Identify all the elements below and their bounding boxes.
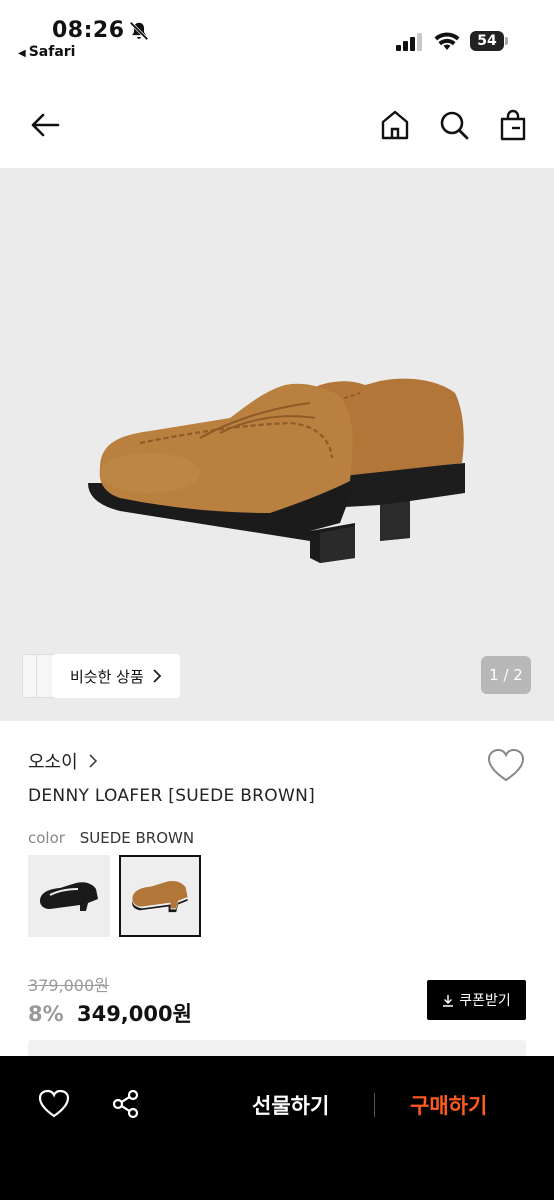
sale-price: 349,000원 (76, 1002, 192, 1026)
sale-price-row: 8% 349,000원 (28, 998, 192, 1028)
gift-button[interactable]: 선물하기 (252, 1090, 329, 1120)
bottom-action-bar: 선물하기 구매하기 (0, 1056, 554, 1200)
cart-button[interactable] (496, 108, 530, 142)
search-button[interactable] (437, 108, 471, 142)
heart-icon[interactable] (487, 748, 525, 784)
battery-level: 54 (470, 31, 504, 51)
bell-slash-icon (129, 21, 149, 41)
arrow-left-icon (31, 113, 60, 137)
product-image (88, 378, 465, 563)
app-header (0, 80, 554, 168)
brand-name: 오소이 (28, 752, 78, 773)
battery-indicator: 54 (470, 31, 508, 51)
wishlist-button[interactable] (38, 1088, 70, 1120)
swatch-image (40, 882, 98, 911)
heart-icon (38, 1089, 70, 1118)
chevron-right-icon (153, 669, 162, 683)
buy-button[interactable]: 구매하기 (410, 1090, 487, 1120)
product-name: DENNY LOAFER [SUEDE BROWN] (28, 786, 316, 806)
back-app-label: Safari (28, 44, 76, 60)
similar-products-button[interactable]: 비슷한 상품 (52, 654, 180, 698)
color-row: color SUEDE BROWN (28, 829, 194, 847)
color-label: color (28, 829, 65, 847)
back-to-app[interactable]: ◀ Safari (18, 44, 75, 60)
discount-rate: 8% (28, 1002, 64, 1026)
home-icon (381, 110, 409, 140)
status-bar: 08:26 ◀ Safari 54 (0, 0, 554, 70)
back-button[interactable] (28, 108, 62, 142)
divider (374, 1093, 375, 1117)
product-image-gallery[interactable]: 비슷한 상품 1 / 2 (0, 168, 554, 721)
share-button[interactable] (110, 1088, 142, 1120)
color-swatch-suede-brown[interactable] (119, 855, 201, 937)
wifi-icon (434, 32, 460, 50)
share-icon (112, 1089, 139, 1119)
download-icon (443, 994, 454, 1007)
color-value: SUEDE BROWN (79, 829, 195, 847)
chevron-right-icon (89, 754, 97, 768)
cellular-signal-icon (396, 33, 422, 51)
home-button[interactable] (378, 108, 412, 142)
search-icon (440, 111, 469, 140)
swatch-image (132, 881, 188, 913)
coupon-label: 쿠폰받기 (459, 993, 511, 1009)
coupon-button[interactable]: 쿠폰받기 (427, 980, 526, 1020)
brand-link[interactable]: 오소이 (28, 748, 98, 774)
similar-products-label: 비슷한 상품 (70, 667, 144, 686)
status-time: 08:26 (52, 18, 125, 43)
image-counter: 1 / 2 (481, 656, 531, 694)
color-swatch-black[interactable] (28, 855, 110, 937)
original-price: 379,000원 (28, 976, 109, 995)
shopping-bag-icon (500, 109, 526, 141)
